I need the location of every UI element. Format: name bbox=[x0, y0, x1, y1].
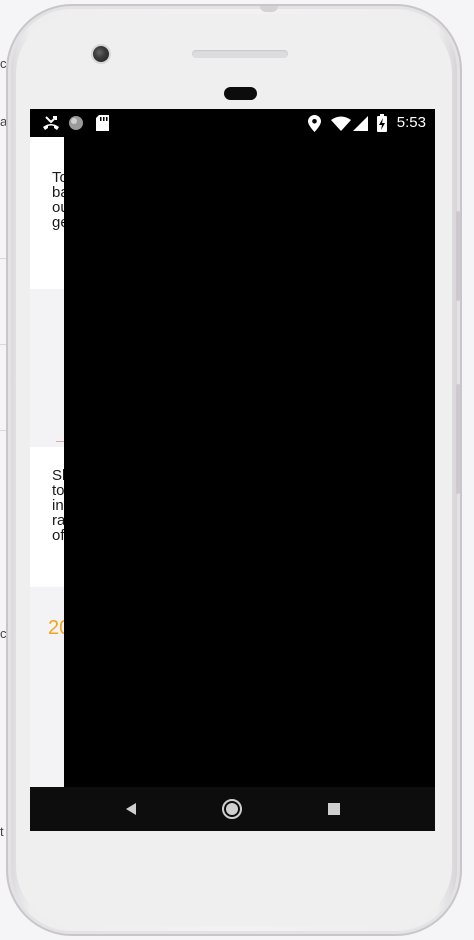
phone-top-button bbox=[260, 6, 278, 12]
device-preview-stage: c a c t 5:53 To ba ou ge Sl to in ra of … bbox=[0, 0, 474, 940]
app-content: To ba ou ge Sl to in ra of 20 bbox=[30, 137, 435, 787]
sd-card-icon bbox=[94, 114, 110, 132]
home-icon[interactable] bbox=[218, 795, 246, 823]
wifi-icon bbox=[330, 114, 352, 132]
black-overlay-panel bbox=[64, 137, 435, 787]
recents-icon[interactable] bbox=[320, 795, 348, 823]
earpiece-speaker bbox=[192, 50, 288, 58]
navigation-bar bbox=[30, 787, 435, 831]
signal-icon bbox=[352, 114, 368, 132]
proximity-sensor bbox=[224, 87, 257, 100]
location-icon bbox=[305, 114, 323, 132]
missed-call-icon bbox=[41, 114, 61, 132]
phone-screen: 5:53 To ba ou ge Sl to in ra of 20 bbox=[30, 109, 435, 831]
battery-charging-icon bbox=[375, 114, 389, 132]
circle-notification-icon bbox=[67, 114, 85, 132]
volume-button bbox=[456, 211, 460, 301]
status-bar: 5:53 bbox=[30, 109, 435, 137]
card-text-line: to bbox=[52, 482, 65, 499]
power-button bbox=[456, 384, 460, 494]
back-icon[interactable] bbox=[117, 795, 145, 823]
status-time: 5:53 bbox=[396, 114, 426, 131]
front-camera-icon bbox=[91, 44, 111, 64]
card-text-line: of bbox=[52, 527, 65, 544]
host-text-fragment: t bbox=[0, 824, 4, 839]
card-text-line: in bbox=[52, 497, 64, 514]
